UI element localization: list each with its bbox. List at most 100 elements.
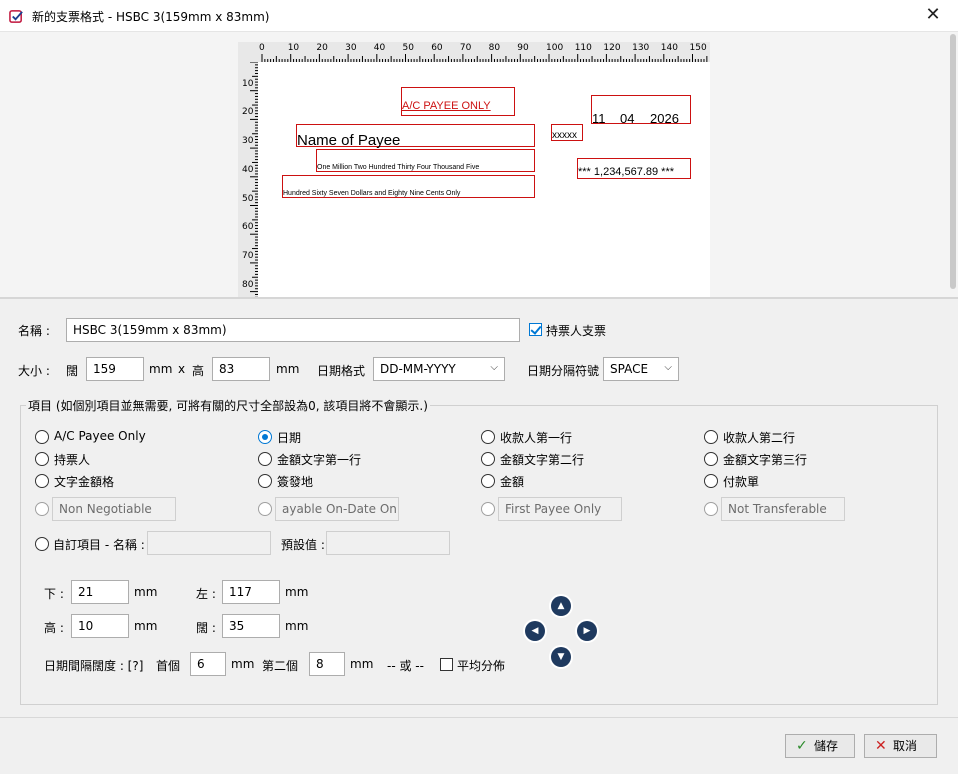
h-label: 高 :: [44, 621, 64, 635]
item-radio[interactable]: [35, 474, 49, 488]
default-value-input[interactable]: [326, 531, 450, 555]
ruler-left: 10 20 30 40 50 60 70 80: [238, 42, 258, 297]
ruler-top-label: 10: [287, 43, 300, 53]
size-label: 大小 :: [18, 364, 50, 378]
item-radio[interactable]: [35, 430, 49, 444]
width-input[interactable]: 159: [86, 357, 144, 381]
ruler-top: 0 10 20 30 40 50 60 70 80 90 100 110 120 130 140 150: [238, 42, 710, 62]
ruler-left-label: 10: [242, 78, 254, 89]
height-unit: mm: [276, 362, 300, 376]
item-label: 金額文字第三行: [723, 453, 808, 467]
preview-scrollbar[interactable]: [950, 34, 956, 289]
first-gap-unit: mm: [231, 657, 255, 671]
item-radio[interactable]: [258, 430, 272, 444]
title-bar: 新的支票格式 - HSBC 3(159mm x 83mm) ✕: [0, 0, 958, 32]
width-unit: mm: [149, 362, 173, 376]
ruler-top-label: 20: [316, 43, 328, 53]
first-gap-input[interactable]: 6: [190, 652, 226, 676]
radio-non-negotiable[interactable]: [35, 502, 49, 516]
items-group-title: 項目 (如個別項目並無需要, 可將有關的尺寸全部設為0, 該項目將不會顯示.): [26, 397, 430, 414]
custom-name-input[interactable]: [147, 531, 271, 555]
ruler-top-label: 70: [459, 43, 472, 53]
item-radio[interactable]: [704, 430, 718, 444]
date-format-value: DD-MM-YYYY: [380, 362, 456, 376]
ruler-top-label: 150: [689, 43, 707, 53]
dialog-footer: ✓ 儲存 ✕ 取消: [0, 717, 958, 774]
bottom-input[interactable]: 21: [71, 580, 129, 604]
ruler-left-label: 70: [242, 250, 254, 261]
height-input[interactable]: 83: [212, 357, 270, 381]
ruler-left-label: 20: [242, 107, 254, 118]
ruler-top-label: 60: [431, 43, 443, 53]
w-input[interactable]: 35: [222, 614, 280, 638]
even-distribute-checkbox[interactable]: [440, 658, 453, 671]
arrow-right-icon[interactable]: ▶: [577, 621, 597, 641]
ruler-top-label: 30: [345, 43, 357, 53]
item-label: 日期: [277, 431, 302, 445]
arrow-left-icon[interactable]: ◀: [525, 621, 545, 641]
item-label: 文字金額格: [54, 475, 115, 489]
date-sep-value: SPACE: [610, 362, 649, 376]
default-value-label: 預設值 :: [281, 538, 325, 552]
left-input[interactable]: 117: [222, 580, 280, 604]
ruler-top-label: 90: [517, 43, 529, 53]
bearer-checkbox[interactable]: [529, 323, 542, 336]
item-label: 簽發地: [277, 475, 314, 489]
non-negotiable-input[interactable]: Non Negotiable: [52, 497, 176, 521]
custom-item-label: 自訂項目 - 名稱 :: [53, 538, 145, 552]
save-label: 儲存: [814, 739, 839, 753]
date-format-select[interactable]: DD-MM-YYYY ⌵: [373, 357, 505, 381]
payee-text: Name of Payee: [297, 132, 401, 149]
even-distribute-label: 平均分佈: [457, 659, 506, 673]
item-radio[interactable]: [258, 474, 272, 488]
item-label: 持票人: [54, 453, 91, 467]
left-unit: mm: [285, 585, 309, 599]
height-label: 高: [192, 364, 205, 378]
name-input[interactable]: HSBC 3(159mm x 83mm): [66, 318, 520, 342]
item-radio[interactable]: [704, 452, 718, 466]
payable-on-date-input[interactable]: ayable On-Date Only: [275, 497, 399, 521]
save-button[interactable]: ✓ 儲存: [785, 734, 855, 758]
first-gap-label: 首個: [156, 659, 181, 673]
radio-custom-item[interactable]: [35, 537, 49, 551]
item-label: 金額文字第一行: [277, 453, 362, 467]
first-payee-only-input[interactable]: First Payee Only: [498, 497, 622, 521]
second-gap-input[interactable]: 8: [309, 652, 345, 676]
item-radio[interactable]: [258, 452, 272, 466]
item-radio[interactable]: [481, 452, 495, 466]
amount-words-1-text: One Million Two Hundred Thirty Four Thou…: [317, 164, 480, 171]
radio-first-payee-only[interactable]: [481, 502, 495, 516]
ruler-left-label: 60: [242, 222, 254, 233]
cancel-button[interactable]: ✕ 取消: [864, 734, 937, 758]
h-input[interactable]: 10: [71, 614, 129, 638]
item-label: 金額: [500, 475, 525, 489]
bearer-label: 持票人支票: [546, 324, 607, 338]
item-radio[interactable]: [481, 474, 495, 488]
ruler-top-label: 100: [546, 43, 564, 53]
radio-not-transferable[interactable]: [704, 502, 718, 516]
arrow-down-icon[interactable]: ▼: [551, 647, 571, 667]
date-format-label: 日期格式: [317, 364, 366, 378]
ruler-top-label: 130: [632, 43, 650, 53]
chevron-down-icon: ⌵: [490, 362, 498, 373]
cancel-label: 取消: [893, 739, 918, 753]
close-icon[interactable]: ✕: [918, 4, 948, 28]
item-radio[interactable]: [704, 474, 718, 488]
ruler-left-label: 40: [242, 164, 254, 175]
properties-form: 名稱 : HSBC 3(159mm x 83mm) 持票人支票 大小 : 闊 1…: [0, 301, 958, 717]
bottom-unit: mm: [134, 585, 158, 599]
date-month: 04: [620, 111, 635, 126]
ruler-corner: [238, 42, 258, 62]
second-gap-label: 第二個: [262, 659, 299, 673]
ruler-top-label: 40: [373, 43, 386, 53]
radio-payable-on-date[interactable]: [258, 502, 272, 516]
date-sep-select[interactable]: SPACE ⌵: [603, 357, 679, 381]
ruler-left-label: 30: [242, 136, 254, 147]
item-label: 收款人第二行: [723, 431, 796, 445]
arrow-up-icon[interactable]: ▲: [551, 596, 571, 616]
item-radio[interactable]: [481, 430, 495, 444]
item-radio[interactable]: [35, 452, 49, 466]
item-label: A/C Payee Only: [54, 429, 146, 443]
ruler-top-label: 50: [402, 43, 414, 53]
not-transferable-input[interactable]: Not Transferable: [721, 497, 845, 521]
